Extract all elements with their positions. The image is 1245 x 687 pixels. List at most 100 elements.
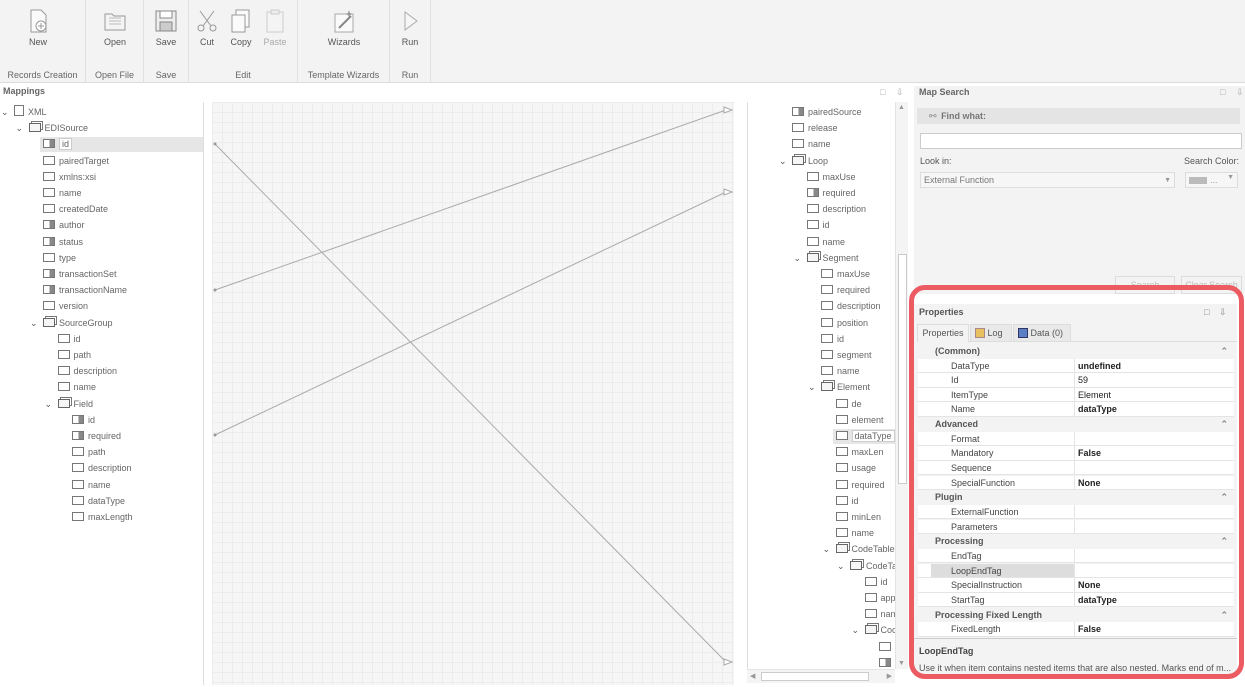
property-row[interactable]: EndTag — [918, 548, 1234, 564]
scroll-right-arrow[interactable]: ▶ — [887, 672, 892, 680]
look-in-select[interactable]: External Function ▼ — [920, 172, 1175, 188]
property-value[interactable]: None — [1078, 580, 1101, 590]
property-row[interactable]: Sequence — [918, 460, 1234, 476]
chevron-up-icon[interactable]: ⌃ — [1220, 534, 1228, 548]
tree-node[interactable]: XML — [14, 105, 47, 119]
tree-node[interactable]: dataType — [72, 494, 125, 508]
tree-node[interactable]: path — [72, 445, 106, 459]
tree-node[interactable]: dataType — [835, 429, 895, 443]
property-value[interactable]: undefined — [1078, 361, 1121, 371]
clear-search-button[interactable]: Clear Search — [1181, 276, 1242, 294]
tree-node[interactable]: version — [43, 299, 88, 313]
tree-node[interactable]: path — [57, 348, 91, 362]
tree-node[interactable]: required — [835, 478, 885, 492]
tree-node[interactable]: transactionSet — [43, 267, 117, 281]
tree-node[interactable]: required — [806, 186, 856, 200]
tree-node[interactable]: type — [43, 251, 76, 265]
property-row[interactable]: LoopEndTag — [918, 563, 1234, 579]
property-row[interactable]: Name dataType — [918, 402, 1234, 417]
tree-node[interactable]: createdDate — [43, 202, 108, 216]
chevron-down-icon[interactable]: ⌄ — [779, 154, 787, 168]
chevron-down-icon[interactable]: ⌄ — [852, 623, 860, 637]
mapping-line[interactable] — [214, 191, 727, 436]
tree-node[interactable]: name — [43, 186, 82, 200]
maximize-icon[interactable]: □ — [880, 87, 885, 97]
property-row[interactable]: SpecialInstruction None — [918, 578, 1234, 593]
tree-node[interactable] — [879, 640, 895, 654]
hscroll-thumb[interactable] — [761, 672, 869, 681]
property-value[interactable]: Element — [1078, 390, 1111, 400]
tree-node[interactable]: required — [821, 283, 870, 297]
property-row[interactable]: ItemType Element — [918, 387, 1234, 403]
tree-node[interactable]: id — [821, 332, 844, 346]
tree-node[interactable]: name — [821, 364, 860, 378]
tree-node[interactable]: element — [835, 413, 884, 427]
tree-node[interactable]: app — [864, 591, 895, 605]
chevron-down-icon[interactable]: ⌄ — [45, 397, 53, 411]
mapping-canvas[interactable] — [212, 102, 734, 685]
tree-node[interactable]: id — [43, 137, 73, 151]
property-row[interactable]: Id 59 — [918, 373, 1234, 388]
chevron-up-icon[interactable]: ⌃ — [1220, 608, 1228, 622]
chevron-down-icon[interactable]: ⌄ — [823, 542, 831, 556]
property-row[interactable]: DataType undefined — [918, 358, 1234, 374]
tree-node[interactable]: name — [57, 380, 96, 394]
tree-node[interactable]: id — [806, 218, 830, 232]
property-category[interactable]: Advanced ⌃ — [918, 417, 1234, 432]
chevron-down-icon[interactable]: ⌄ — [794, 251, 802, 265]
pin-icon[interactable]: ⇩ — [896, 87, 904, 98]
pin-icon[interactable]: ⇩ — [1236, 87, 1244, 98]
property-row[interactable]: ExternalFunction — [918, 504, 1234, 520]
tree-node[interactable]: description — [821, 299, 881, 313]
tree-node[interactable]: xmlns:xsi — [43, 170, 96, 184]
open-button[interactable]: Open — [95, 8, 135, 47]
target-vscrollbar[interactable]: ▲ ▼ — [895, 102, 908, 669]
find-what-input[interactable] — [920, 133, 1242, 149]
chevron-up-icon[interactable]: ⌃ — [1220, 344, 1228, 358]
tree-node[interactable]: id — [72, 413, 95, 427]
target-tree[interactable]: pairedSource release name ⌄ Loop maxUse requir… — [747, 102, 895, 669]
property-value[interactable]: 59 — [1078, 375, 1088, 385]
tree-node[interactable]: Element — [821, 380, 870, 394]
property-category[interactable]: (Common) ⌃ — [918, 344, 1234, 358]
mapping-line[interactable] — [214, 143, 727, 663]
tab-properties[interactable]: Properties — [917, 324, 969, 342]
property-row[interactable]: Format — [918, 431, 1234, 447]
scroll-left-arrow[interactable]: ◀ — [750, 672, 755, 680]
property-value[interactable]: False — [1078, 624, 1101, 634]
scroll-down-arrow[interactable]: ▼ — [898, 660, 905, 667]
property-row[interactable]: Parameters — [918, 519, 1234, 535]
tree-node[interactable]: SourceGroup — [43, 316, 113, 330]
property-row[interactable]: FixedLength False — [918, 622, 1234, 637]
search-button[interactable]: Search — [1115, 276, 1175, 294]
tree-node[interactable]: EDISource — [28, 121, 88, 135]
run-button[interactable]: Run — [390, 8, 430, 47]
tree-node[interactable]: de — [835, 397, 862, 411]
tree-node[interactable]: name — [806, 235, 845, 249]
tree-node[interactable]: status — [43, 235, 83, 249]
pin-icon[interactable]: ⇩ — [1219, 307, 1227, 318]
scroll-thumb[interactable] — [898, 254, 907, 484]
property-category[interactable]: Processing ⌃ — [918, 534, 1234, 549]
property-row[interactable]: Mandatory False — [918, 446, 1234, 461]
property-value[interactable]: dataType — [1078, 595, 1117, 605]
tree-node[interactable]: maxLength — [72, 510, 133, 524]
tree-node[interactable]: required — [72, 429, 121, 443]
tree-node[interactable]: release — [792, 121, 838, 135]
tree-node[interactable]: Loop — [792, 154, 828, 168]
tree-node[interactable]: transactionName — [43, 283, 127, 297]
mapping-line[interactable] — [214, 109, 727, 291]
tree-node[interactable]: name — [792, 137, 831, 151]
tree-node[interactable]: name — [835, 526, 874, 540]
chevron-up-icon[interactable]: ⌃ — [1220, 417, 1228, 431]
tree-node[interactable]: segment — [821, 348, 872, 362]
tree-node[interactable]: nan — [864, 607, 895, 621]
chevron-down-icon[interactable]: ⌄ — [837, 559, 845, 573]
tree-node[interactable]: description — [57, 364, 117, 378]
source-tree[interactable]: ⌄ XML ⌄ EDISource id pairedTarget xmlns:xsi nam… — [0, 102, 204, 685]
new-button[interactable]: New — [18, 8, 58, 47]
maximize-icon[interactable]: □ — [1204, 307, 1209, 317]
chevron-down-icon[interactable]: ⌄ — [808, 380, 816, 394]
tree-node[interactable]: Coc — [864, 623, 895, 637]
tab-log[interactable]: Log — [970, 324, 1012, 342]
